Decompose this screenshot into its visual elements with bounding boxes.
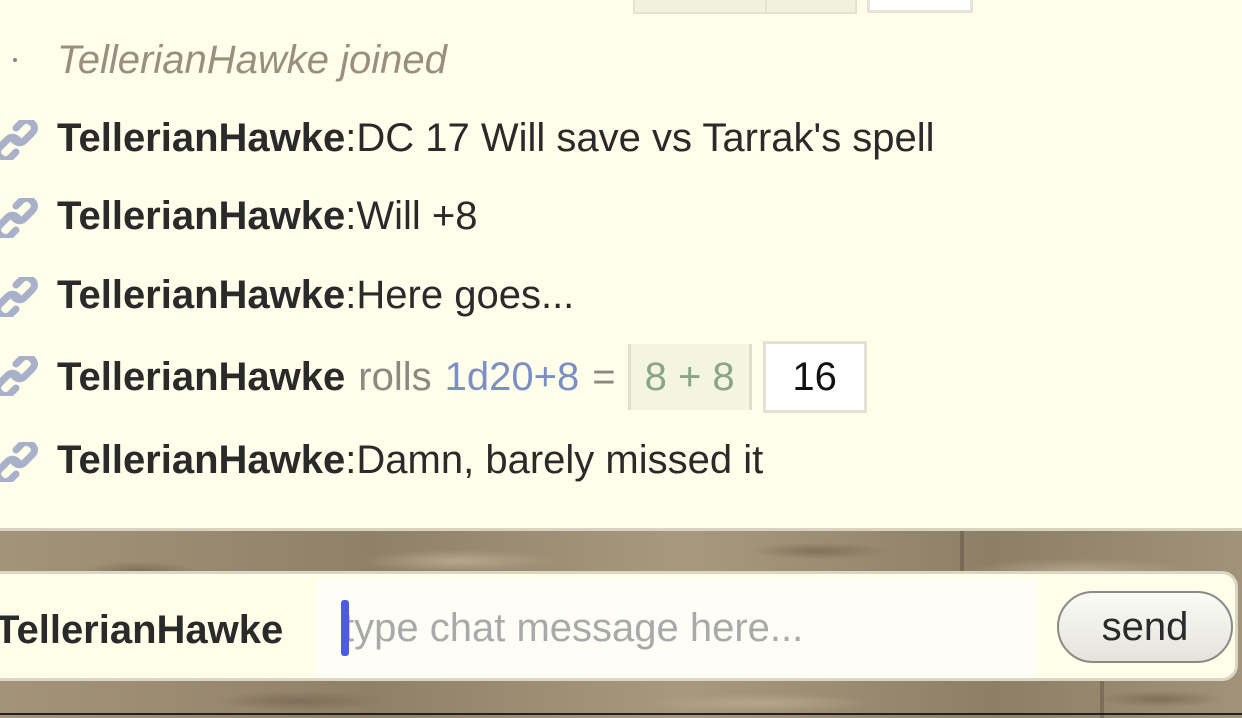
chat-message: TellerianHawke: Will +8 bbox=[0, 192, 478, 240]
link-icon[interactable] bbox=[0, 198, 40, 238]
message-sender: TellerianHawke bbox=[57, 193, 346, 238]
message-sender: TellerianHawke bbox=[57, 272, 346, 317]
roll-dice-breakdown: 8 + 8 bbox=[627, 344, 752, 410]
message-text: DC 17 Will save vs Tarrak's spell bbox=[356, 115, 935, 160]
message-text: Here goes... bbox=[356, 272, 575, 317]
system-message: TellerianHawke joined bbox=[0, 38, 447, 82]
message-separator: : bbox=[345, 193, 357, 238]
message-separator: : bbox=[345, 272, 357, 317]
send-button[interactable]: send bbox=[1057, 591, 1233, 663]
chat-message: TellerianHawke: Damn, barely missed it bbox=[0, 436, 763, 484]
roll-total: 16 bbox=[762, 341, 867, 413]
message-text: Will +8 bbox=[356, 193, 478, 238]
chat-message-input[interactable] bbox=[317, 578, 1037, 678]
message-text: Damn, barely missed it bbox=[356, 437, 764, 482]
system-message-text: TellerianHawke joined bbox=[57, 37, 447, 82]
link-icon[interactable] bbox=[0, 442, 40, 482]
message-separator: : bbox=[345, 115, 357, 160]
text-cursor bbox=[341, 600, 349, 656]
message-separator: : bbox=[345, 437, 357, 482]
message-sender: TellerianHawke bbox=[57, 115, 346, 160]
chat-input-bar: TellerianHawke send bbox=[0, 571, 1238, 681]
player-name-label: TellerianHawke bbox=[0, 608, 284, 652]
roll-equals: = bbox=[592, 354, 616, 399]
roll-message: TellerianHawke rolls 1d20+8 = 8 + 8 16 bbox=[0, 341, 867, 413]
link-icon[interactable] bbox=[0, 356, 40, 396]
roll-formula: 1d20+8 bbox=[444, 354, 580, 399]
chat-message: TellerianHawke: Here goes... bbox=[0, 271, 574, 319]
chat-log: TellerianHawke joined TellerianHawke: DC… bbox=[0, 0, 1242, 528]
chat-message: TellerianHawke: DC 17 Will save vs Tarra… bbox=[0, 114, 935, 162]
roll-verb: rolls bbox=[358, 354, 432, 399]
roll-sender: TellerianHawke bbox=[57, 354, 346, 399]
link-icon[interactable] bbox=[0, 277, 40, 317]
link-icon[interactable] bbox=[0, 120, 40, 160]
bullet-dot-icon bbox=[13, 58, 17, 62]
message-sender: TellerianHawke bbox=[57, 437, 346, 482]
